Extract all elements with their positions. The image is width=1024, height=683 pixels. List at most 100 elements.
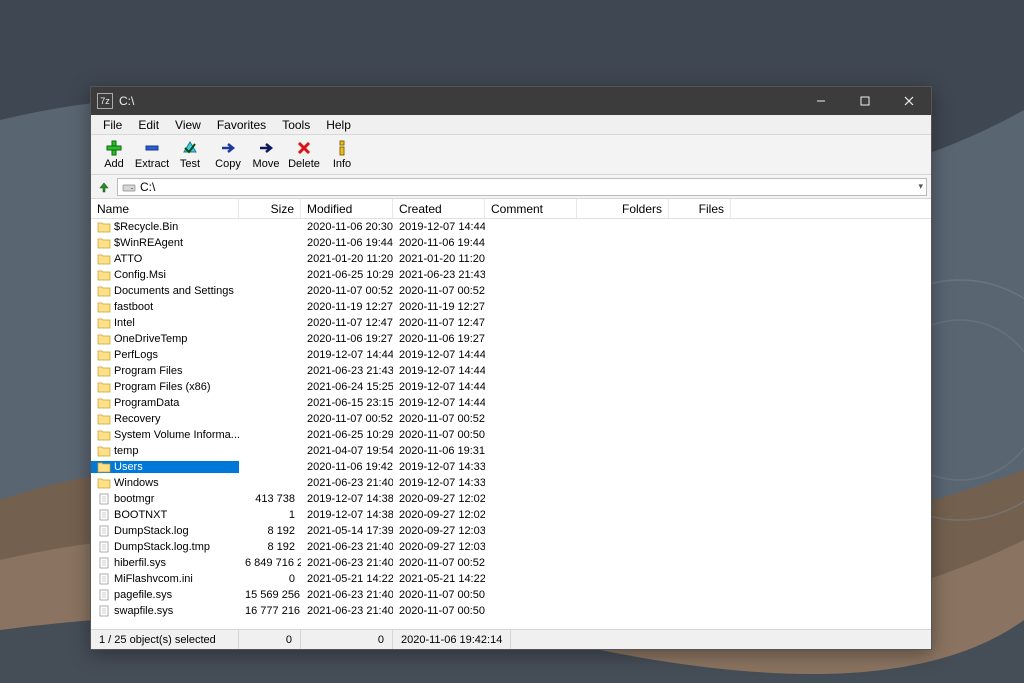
menubar: FileEditViewFavoritesToolsHelp — [91, 115, 931, 135]
file-modified: 2021-06-23 21:40 — [301, 477, 393, 489]
file-modified: 2021-04-07 19:54 — [301, 445, 393, 457]
file-icon — [97, 573, 111, 585]
file-modified: 2021-06-23 21:40 — [301, 557, 393, 569]
file-icon — [97, 589, 111, 601]
file-list[interactable]: $Recycle.Bin2020-11-06 20:302019-12-07 1… — [91, 219, 931, 629]
file-created: 2019-12-07 14:44 — [393, 397, 485, 409]
dropdown-icon[interactable]: ▾ — [918, 181, 923, 192]
file-row[interactable]: System Volume Informa...2021-06-25 10:29… — [91, 427, 931, 443]
status-c1: 0 — [239, 630, 301, 649]
file-row[interactable]: MiFlashvcom.ini02021-05-21 14:222021-05-… — [91, 571, 931, 587]
file-modified: 2021-05-21 14:22 — [301, 573, 393, 585]
file-row[interactable]: Recovery2020-11-07 00:522020-11-07 00:52 — [91, 411, 931, 427]
file-created: 2020-11-07 00:52 — [393, 557, 485, 569]
file-size: 0 — [239, 573, 301, 585]
menu-tools[interactable]: Tools — [274, 116, 318, 134]
header-modified[interactable]: Modified — [301, 199, 393, 218]
file-row[interactable]: $Recycle.Bin2020-11-06 20:302019-12-07 1… — [91, 219, 931, 235]
file-row[interactable]: Documents and Settings2020-11-07 00:5220… — [91, 283, 931, 299]
file-modified: 2021-06-23 21:40 — [301, 541, 393, 553]
file-size: 6 849 716 224 — [239, 557, 301, 569]
file-created: 2020-09-27 12:02 — [393, 509, 485, 521]
file-size: 413 738 — [239, 493, 301, 505]
file-row[interactable]: Program Files2021-06-23 21:432019-12-07 … — [91, 363, 931, 379]
test-icon — [181, 139, 199, 157]
file-modified: 2019-12-07 14:44 — [301, 349, 393, 361]
file-name: PerfLogs — [114, 349, 158, 361]
folder-icon — [97, 477, 111, 489]
minimize-button[interactable] — [799, 87, 843, 115]
toolbar: AddExtractTestCopyMoveDeleteInfo — [91, 135, 931, 175]
menu-favorites[interactable]: Favorites — [209, 116, 274, 134]
toolbar-extract-button[interactable]: Extract — [133, 137, 171, 172]
header-name[interactable]: Name — [91, 199, 239, 218]
menu-view[interactable]: View — [167, 116, 209, 134]
file-row[interactable]: temp2021-04-07 19:542020-11-06 19:31 — [91, 443, 931, 459]
file-created: 2020-11-06 19:31 — [393, 445, 485, 457]
toolbar-copy-button[interactable]: Copy — [209, 137, 247, 172]
file-created: 2020-11-07 00:50 — [393, 589, 485, 601]
folder-icon — [97, 221, 111, 233]
folder-icon — [97, 269, 111, 281]
file-row[interactable]: BOOTNXT12019-12-07 14:382020-09-27 12:02 — [91, 507, 931, 523]
file-row[interactable]: ProgramData2021-06-15 23:152019-12-07 14… — [91, 395, 931, 411]
file-row[interactable]: swapfile.sys16 777 2162021-06-23 21:4020… — [91, 603, 931, 619]
file-row[interactable]: OneDriveTemp2020-11-06 19:272020-11-06 1… — [91, 331, 931, 347]
folder-icon — [97, 349, 111, 361]
folder-icon — [97, 413, 111, 425]
file-row[interactable]: Intel2020-11-07 12:472020-11-07 12:47 — [91, 315, 931, 331]
file-row[interactable]: Users2020-11-06 19:422019-12-07 14:33 — [91, 459, 931, 475]
menu-edit[interactable]: Edit — [130, 116, 167, 134]
file-row[interactable]: fastboot2020-11-19 12:272020-11-19 12:27 — [91, 299, 931, 315]
file-size: 1 — [239, 509, 301, 521]
close-button[interactable] — [887, 87, 931, 115]
file-row[interactable]: PerfLogs2019-12-07 14:442019-12-07 14:44 — [91, 347, 931, 363]
file-modified: 2020-11-06 20:30 — [301, 221, 393, 233]
toolbar-info-button[interactable]: Info — [323, 137, 361, 172]
file-name: Intel — [114, 317, 135, 329]
file-row[interactable]: ATTO2021-01-20 11:202021-01-20 11:20 — [91, 251, 931, 267]
file-modified: 2020-11-07 12:47 — [301, 317, 393, 329]
titlebar[interactable]: 7z C:\ — [91, 87, 931, 115]
header-created[interactable]: Created — [393, 199, 485, 218]
file-created: 2020-09-27 12:03 — [393, 541, 485, 553]
file-row[interactable]: Config.Msi2021-06-25 10:292021-06-23 21:… — [91, 267, 931, 283]
file-row[interactable]: bootmgr413 7382019-12-07 14:382020-09-27… — [91, 491, 931, 507]
status-c2: 0 — [301, 630, 393, 649]
info-icon — [333, 139, 351, 157]
file-row[interactable]: pagefile.sys15 569 256 4482021-06-23 21:… — [91, 587, 931, 603]
file-icon — [97, 541, 111, 553]
menu-help[interactable]: Help — [318, 116, 359, 134]
address-bar: C:\ ▾ — [91, 175, 931, 199]
menu-file[interactable]: File — [95, 116, 130, 134]
up-button[interactable] — [95, 178, 113, 196]
file-icon — [97, 493, 111, 505]
file-modified: 2021-06-23 21:43 — [301, 365, 393, 377]
toolbar-move-button[interactable]: Move — [247, 137, 285, 172]
file-row[interactable]: Program Files (x86)2021-06-24 15:252019-… — [91, 379, 931, 395]
toolbar-add-button[interactable]: Add — [95, 137, 133, 172]
toolbar-test-button[interactable]: Test — [171, 137, 209, 172]
file-created: 2020-11-07 00:50 — [393, 429, 485, 441]
file-modified: 2020-11-19 12:27 — [301, 301, 393, 313]
folder-icon — [97, 237, 111, 249]
header-folders[interactable]: Folders — [577, 199, 669, 218]
file-row[interactable]: hiberfil.sys6 849 716 2242021-06-23 21:4… — [91, 555, 931, 571]
folder-icon — [97, 333, 111, 345]
file-created: 2020-11-07 00:52 — [393, 413, 485, 425]
header-size[interactable]: Size — [239, 199, 301, 218]
file-row[interactable]: $WinREAgent2020-11-06 19:442020-11-06 19… — [91, 235, 931, 251]
file-name: bootmgr — [114, 493, 154, 505]
header-files[interactable]: Files — [669, 199, 731, 218]
toolbar-delete-button[interactable]: Delete — [285, 137, 323, 172]
path-text: C:\ — [140, 180, 155, 194]
file-created: 2021-05-21 14:22 — [393, 573, 485, 585]
header-comment[interactable]: Comment — [485, 199, 577, 218]
file-modified: 2021-06-23 21:40 — [301, 605, 393, 617]
file-row[interactable]: Windows2021-06-23 21:402019-12-07 14:33 — [91, 475, 931, 491]
file-modified: 2021-01-20 11:20 — [301, 253, 393, 265]
file-row[interactable]: DumpStack.log8 1922021-05-14 17:392020-0… — [91, 523, 931, 539]
file-row[interactable]: DumpStack.log.tmp8 1922021-06-23 21:4020… — [91, 539, 931, 555]
maximize-button[interactable] — [843, 87, 887, 115]
path-input[interactable]: C:\ ▾ — [117, 178, 927, 196]
